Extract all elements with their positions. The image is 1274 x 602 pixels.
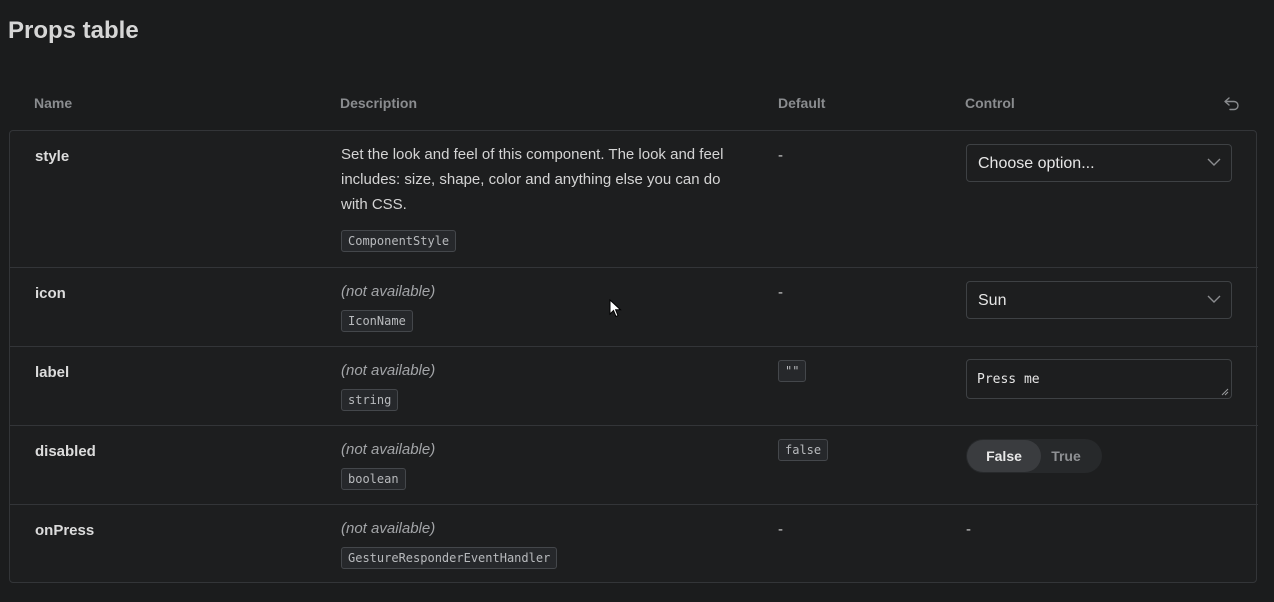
prop-description-text: (not available)	[341, 441, 436, 458]
disabled-toggle: False True	[966, 439, 1102, 473]
prop-description: (not available) string	[341, 358, 741, 412]
prop-type: IconName	[341, 310, 413, 332]
label-input[interactable]: Press me	[966, 359, 1232, 399]
prop-type: boolean	[341, 468, 406, 490]
column-header-name: Name	[34, 95, 73, 111]
column-header-description: Description	[340, 95, 418, 111]
props-panel: Props table Name Description Default Con…	[0, 0, 1274, 602]
mouse-pointer-icon	[609, 299, 622, 318]
prop-description-text: Set the look and feel of this component.…	[341, 146, 724, 213]
prop-description: (not available) boolean	[341, 437, 741, 491]
prop-name: disabled	[35, 443, 96, 460]
column-header-control: Control	[965, 95, 1015, 111]
page-title: Props table	[8, 17, 139, 44]
icon-select[interactable]: Sun	[966, 281, 1232, 319]
prop-description-text: (not available)	[341, 362, 436, 379]
toggle-option-false[interactable]: False	[967, 440, 1041, 472]
prop-description: (not available) IconName	[341, 279, 741, 333]
props-table: style Set the look and feel of this comp…	[9, 130, 1258, 583]
column-header-default: Default	[778, 95, 826, 111]
table-row: disabled (not available) boolean false F…	[10, 426, 1258, 505]
prop-type: ComponentStyle	[341, 230, 457, 252]
prop-default: -	[778, 521, 783, 538]
undo-icon	[1224, 97, 1239, 111]
prop-name: onPress	[35, 522, 95, 539]
resize-handle-icon[interactable]	[1221, 388, 1229, 396]
prop-description-text: (not available)	[341, 283, 436, 300]
prop-default: ""	[778, 360, 807, 382]
prop-default: -	[778, 284, 783, 301]
toggle-option-true[interactable]: True	[1042, 440, 1090, 472]
select-value: Choose option...	[978, 155, 1095, 172]
prop-type: GestureResponderEventHandler	[341, 547, 558, 569]
prop-description: Set the look and feel of this component.…	[341, 142, 741, 253]
style-select[interactable]: Choose option...	[966, 144, 1232, 182]
chevron-down-icon	[1207, 295, 1221, 303]
prop-type: string	[341, 389, 399, 411]
prop-description-text: (not available)	[341, 520, 436, 537]
prop-name: label	[35, 364, 70, 381]
prop-control-empty: -	[966, 521, 971, 538]
table-row: label (not available) string "" Press me	[10, 347, 1258, 426]
table-row: onPress (not available) GestureResponder…	[10, 505, 1258, 583]
reset-controls-button[interactable]	[1222, 94, 1242, 114]
prop-name: icon	[35, 285, 66, 302]
prop-default: -	[778, 147, 783, 164]
chevron-down-icon	[1207, 158, 1221, 166]
table-header: Name Description Default Control	[9, 92, 1258, 116]
prop-default: false	[778, 439, 829, 461]
table-row: style Set the look and feel of this comp…	[10, 131, 1258, 268]
input-value: Press me	[977, 372, 1040, 387]
select-value: Sun	[978, 292, 1007, 309]
table-row: icon (not available) IconName - Sun	[10, 268, 1258, 347]
prop-description: (not available) GestureResponderEventHan…	[341, 516, 741, 570]
prop-name: style	[35, 148, 70, 165]
